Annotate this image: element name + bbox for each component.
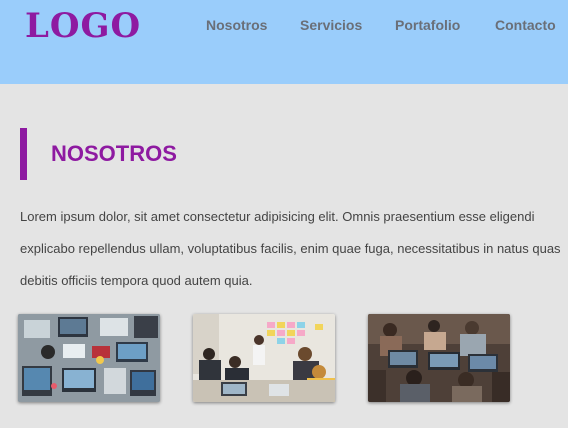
office-meeting-photo	[193, 314, 335, 402]
section-title-accent-bar	[20, 128, 27, 180]
coworking-photo	[368, 314, 510, 402]
nav-link-contacto[interactable]: Contacto	[495, 16, 556, 34]
section-title: NOSOTROS	[51, 141, 177, 166]
nav-link-nosotros[interactable]: Nosotros	[206, 16, 267, 34]
nav-link-portafolio[interactable]: Portafolio	[395, 16, 460, 34]
main-nav: Nosotros Servicios Portafolio Contacto	[0, 16, 568, 36]
site-header: LOGO Nosotros Servicios Portafolio Conta…	[0, 0, 568, 84]
gallery-image-team-desk[interactable]	[18, 314, 160, 402]
section-body-text: Lorem ipsum dolor, sit amet consectetur …	[20, 209, 561, 288]
nav-link-servicios[interactable]: Servicios	[300, 16, 362, 34]
gallery-image-office-meeting[interactable]	[193, 314, 335, 402]
gallery-image-coworking[interactable]	[368, 314, 510, 402]
team-desk-photo	[18, 314, 160, 402]
